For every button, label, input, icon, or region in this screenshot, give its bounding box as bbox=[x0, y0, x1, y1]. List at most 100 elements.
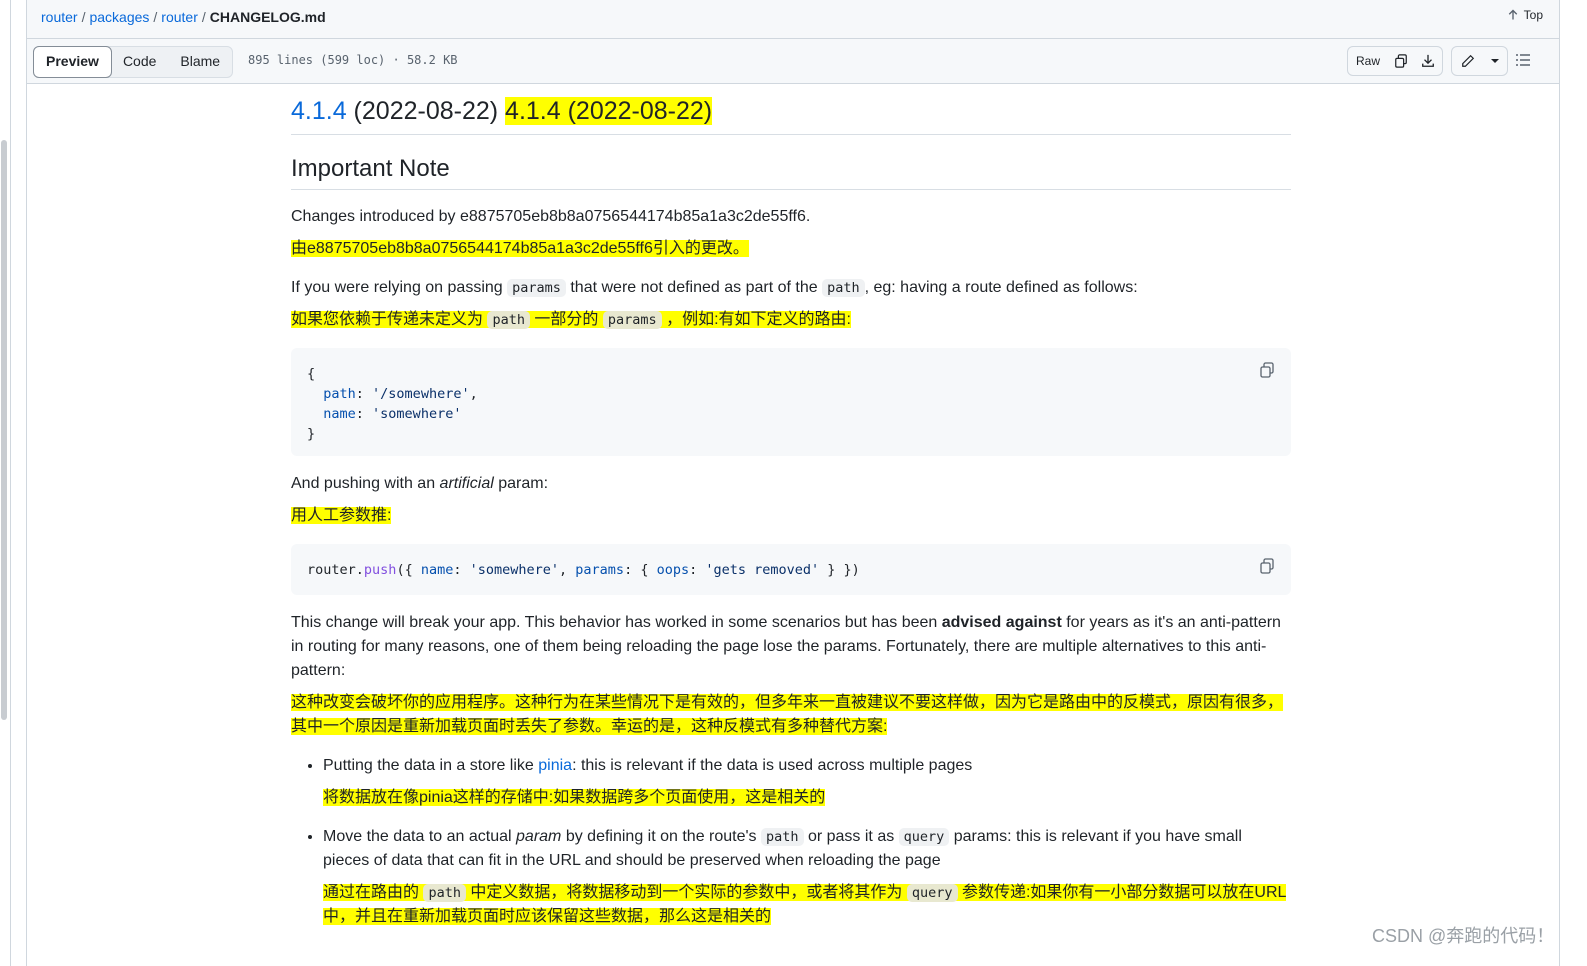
code-string: '/somewhere' bbox=[372, 386, 470, 402]
copy-icon[interactable] bbox=[1259, 558, 1275, 574]
tab-preview[interactable]: Preview bbox=[33, 46, 112, 78]
pencil-icon bbox=[1462, 54, 1475, 67]
inline-code: params bbox=[507, 279, 566, 297]
version-date: (2022-08-22) bbox=[346, 97, 506, 125]
breadcrumb: router / packages / router / CHANGELOG.md bbox=[41, 9, 326, 25]
translation-text: 由e8875705eb8b8a0756544174b85a1a3c2de55ff… bbox=[291, 240, 749, 257]
code-key: path bbox=[323, 386, 356, 402]
text: that were not defined as part of the bbox=[565, 279, 823, 296]
file-header: router / packages / router / CHANGELOG.md Top bbox=[27, 0, 1559, 39]
text: 中定义数据，将数据移动到一个实际的参数中，或者将其作为 bbox=[465, 884, 907, 901]
file-toolbar: Preview Code Blame 895 lines (599 loc) ·… bbox=[27, 39, 1559, 84]
tab-blame[interactable]: Blame bbox=[168, 47, 232, 77]
paragraph-breaking-change: This change will break your app. This be… bbox=[291, 611, 1291, 683]
breadcrumb-router-sub[interactable]: router bbox=[161, 9, 198, 25]
breadcrumb-router[interactable]: router bbox=[41, 9, 78, 25]
code-key: oops bbox=[656, 562, 690, 578]
emphasis: artificial bbox=[439, 475, 494, 492]
edit-dropdown-button[interactable] bbox=[1483, 46, 1508, 76]
breadcrumb-sep: / bbox=[81, 9, 86, 25]
file-info: 895 lines (599 loc) · 58.2 KB bbox=[248, 53, 458, 67]
download-icon bbox=[1422, 54, 1434, 67]
text: This change will break your app. This be… bbox=[291, 614, 942, 631]
list-icon bbox=[1516, 54, 1530, 66]
text: Move the data to an actual bbox=[323, 828, 517, 845]
text: 通过在路由的 bbox=[323, 884, 424, 901]
left-scrollbar[interactable] bbox=[0, 0, 11, 966]
translation-text: 这种改变会破坏你的应用程序。这种行为在某些情况下是有效的，但多年来一直被建议不要… bbox=[291, 694, 1284, 735]
paragraph-params-translation: 如果您依赖于传递未定义为 path 一部分的 params ，例如:有如下定义的… bbox=[291, 308, 1291, 332]
code-key: name bbox=[323, 406, 356, 422]
text: 如果您依赖于传递未定义为 bbox=[291, 311, 488, 328]
translation-text: 将数据放在像pinia这样的存储中:如果数据跨多个页面使用，这是相关的 bbox=[323, 789, 826, 806]
copy-icon[interactable] bbox=[1259, 362, 1275, 378]
code-key: params bbox=[575, 562, 625, 578]
translation-text: 通过在路由的 path 中定义数据，将数据移动到一个实际的参数中，或者将其作为 … bbox=[323, 884, 1287, 925]
text: If you were relying on passing bbox=[291, 279, 508, 296]
scrollbar-thumb[interactable] bbox=[1, 140, 7, 720]
code-string: 'somewhere' bbox=[372, 406, 462, 422]
inline-code: query bbox=[906, 884, 958, 902]
top-link-label: Top bbox=[1523, 8, 1543, 22]
text: , eg: having a route defined as follows: bbox=[864, 279, 1138, 296]
paragraph-changes-translation: 由e8875705eb8b8a0756544174b85a1a3c2de55ff… bbox=[291, 237, 1291, 261]
code-text: { bbox=[307, 366, 316, 382]
top-link[interactable]: Top bbox=[1507, 8, 1543, 22]
download-button[interactable] bbox=[1414, 46, 1443, 76]
raw-button[interactable]: Raw bbox=[1347, 46, 1389, 76]
breadcrumb-sep: / bbox=[153, 9, 158, 25]
emphasis: param bbox=[516, 828, 562, 845]
code-key: name bbox=[420, 562, 454, 578]
breadcrumb-current-file: CHANGELOG.md bbox=[209, 9, 326, 25]
version-heading: 4.1.4 (2022-08-22) 4.1.4 (2022-08-22) bbox=[291, 96, 1291, 135]
caret-down-icon bbox=[1491, 59, 1499, 63]
breadcrumb-packages[interactable]: packages bbox=[89, 9, 149, 25]
translation-text: 如果您依赖于传递未定义为 path 一部分的 params ，例如:有如下定义的… bbox=[291, 311, 851, 329]
inline-code: path bbox=[761, 828, 804, 846]
list-item: Move the data to an actual param by defi… bbox=[323, 825, 1291, 929]
code-block-push: router.push({ name: 'somewhere', params:… bbox=[291, 544, 1291, 595]
text: param: bbox=[493, 475, 549, 492]
paragraph-pushing: And pushing with an artificial param: bbox=[291, 472, 1291, 496]
strong-text: advised against bbox=[941, 614, 1062, 631]
text: or pass it as bbox=[803, 828, 899, 845]
arrow-up-icon bbox=[1508, 9, 1517, 20]
text: : this is relevant if the data is used a… bbox=[572, 757, 973, 774]
text: 一部分的 bbox=[529, 311, 603, 328]
inline-code: path bbox=[822, 279, 865, 297]
version-link[interactable]: 4.1.4 bbox=[291, 97, 347, 125]
paragraph-changes: Changes introduced by e8875705eb8b8a0756… bbox=[291, 208, 811, 225]
edit-button[interactable] bbox=[1451, 46, 1485, 76]
text: Putting the data in a store like bbox=[323, 757, 539, 774]
copy-icon bbox=[1394, 54, 1407, 68]
outline-button[interactable] bbox=[1515, 52, 1531, 73]
pinia-link[interactable]: pinia bbox=[538, 757, 572, 774]
inline-code: path bbox=[423, 884, 466, 902]
paragraph-breaking-change-translation: 这种改变会破坏你的应用程序。这种行为在某些情况下是有效的，但多年来一直被建议不要… bbox=[291, 691, 1291, 739]
code-function: push bbox=[363, 562, 397, 578]
text: ，例如:有如下定义的路由: bbox=[661, 311, 851, 328]
important-note-heading: Important Note bbox=[291, 155, 1291, 190]
raw-label: Raw bbox=[1355, 54, 1380, 68]
inline-code: params bbox=[602, 311, 662, 329]
copy-raw-button[interactable] bbox=[1387, 46, 1415, 76]
version-heading-translation: 4.1.4 (2022-08-22) bbox=[505, 97, 713, 125]
view-switcher: Preview Code Blame bbox=[33, 46, 234, 78]
alternatives-list: Putting the data in a store like pinia: … bbox=[291, 754, 1291, 929]
translation-text: 用人工参数推: bbox=[291, 507, 392, 524]
paragraph-pushing-translation: 用人工参数推: bbox=[291, 504, 1291, 528]
code-string: 'somewhere' bbox=[469, 562, 560, 578]
code-block-route: { path: '/somewhere', name: 'somewhere' … bbox=[291, 348, 1291, 456]
code-string: 'gets removed' bbox=[705, 562, 820, 578]
paragraph-params: If you were relying on passing params th… bbox=[291, 276, 1291, 300]
markdown-body: 4.1.4 (2022-08-22) 4.1.4 (2022-08-22) Im… bbox=[291, 96, 1291, 929]
list-item-translation: 将数据放在像pinia这样的存储中:如果数据跨多个页面使用，这是相关的 bbox=[323, 786, 1291, 810]
list-item: Putting the data in a store like pinia: … bbox=[323, 754, 1291, 810]
inline-code: query bbox=[898, 828, 950, 846]
list-item-translation: 通过在路由的 path 中定义数据，将数据移动到一个实际的参数中，或者将其作为 … bbox=[323, 881, 1291, 929]
code-text: } bbox=[307, 426, 316, 442]
breadcrumb-sep: / bbox=[201, 9, 206, 25]
tab-code[interactable]: Code bbox=[111, 47, 168, 77]
inline-code: path bbox=[487, 311, 530, 329]
text: by defining it on the route's bbox=[561, 828, 761, 845]
